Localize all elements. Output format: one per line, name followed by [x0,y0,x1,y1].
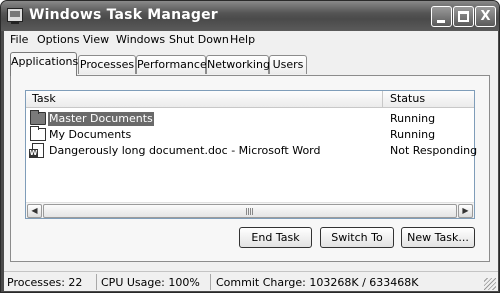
end-task-button[interactable]: End Task [239,227,312,248]
scroll-right-button[interactable]: ▶ [458,204,473,218]
close-button[interactable]: X [475,6,496,27]
new-task-button[interactable]: New Task... [401,227,475,248]
task-name: My Documents [49,128,132,141]
folder-icon [30,110,46,125]
folder-open-icon [30,126,46,141]
task-name: Master Documents [48,112,154,126]
grip-icon [246,208,254,215]
task-status: Running [390,112,436,125]
minimize-button[interactable] [431,6,452,27]
client-area: File Options View Windows Shut Down Help… [4,31,498,291]
status-divider [210,274,211,290]
task-row[interactable]: Dangerously long document.doc - Microsof… [26,143,478,159]
window-title: Windows Task Manager [29,7,218,23]
switch-to-button[interactable]: Switch To [320,227,394,248]
menu-windows[interactable]: Windows [116,33,165,46]
commit-charge: Commit Charge: 103268K / 633468K [216,276,419,289]
status-bar: Processes: 22 CPU Usage: 100% Commit Cha… [4,271,498,291]
task-name: Dangerously long document.doc - Microsof… [49,144,321,157]
horizontal-scrollbar[interactable]: ◀ ▶ [26,202,474,218]
tab-processes[interactable]: Processes [78,55,136,74]
menu-help[interactable]: Help [230,33,255,46]
column-header-status[interactable]: Status [384,91,474,108]
menu-view[interactable]: View [83,33,109,46]
tab-applications[interactable]: Applications [10,52,78,76]
task-status: Not Responding [390,144,478,157]
menu-bar: File Options View Windows Shut Down Help [4,31,498,49]
column-header-task[interactable]: Task [26,91,383,108]
task-manager-window: Windows Task Manager X File Options View… [0,0,500,293]
tab-performance[interactable]: Performance [136,55,207,74]
resize-grip-icon[interactable] [484,278,496,290]
word-document-icon [29,143,44,158]
maximize-button[interactable] [453,6,474,27]
scroll-thumb[interactable] [43,204,457,218]
tab-networking[interactable]: Networking [206,55,270,74]
menu-file[interactable]: File [10,33,28,46]
task-list[interactable]: Task Status Master Documents Running My … [25,90,478,219]
menu-options[interactable]: Options [37,33,79,46]
processes-count: Processes: 22 [7,276,83,289]
task-row[interactable]: Master Documents Running [26,110,474,127]
title-bar[interactable]: Windows Task Manager X [1,1,499,31]
close-icon: X [480,9,491,24]
maximize-icon [458,11,469,22]
task-row[interactable]: My Documents Running [26,126,474,143]
status-divider [96,274,97,290]
scroll-left-button[interactable]: ◀ [27,204,42,218]
task-status: Running [390,128,436,141]
task-manager-app-icon [7,8,23,24]
cpu-usage: CPU Usage: 100% [101,276,200,289]
minimize-icon [437,20,445,23]
task-list-header: Task Status [26,91,474,108]
tab-users[interactable]: Users [269,55,307,74]
menu-shut-down[interactable]: Shut Down [169,33,229,46]
